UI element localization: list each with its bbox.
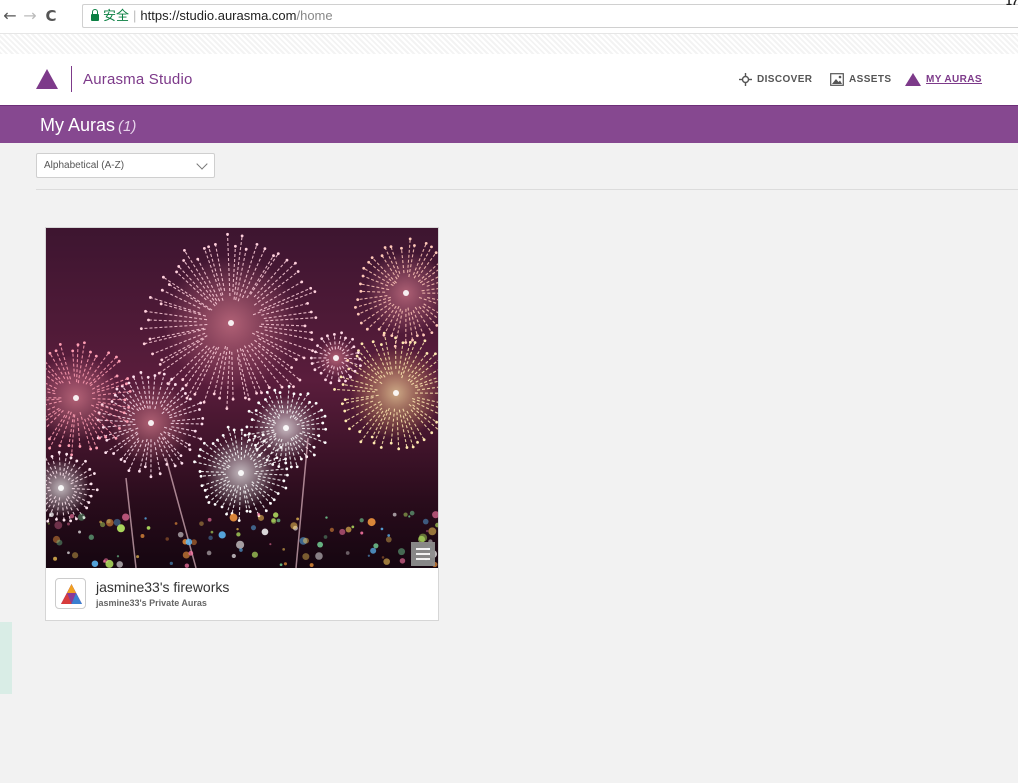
assets-icon — [830, 73, 844, 86]
site-header: Aurasma Studio DISCOVER ASSETS MY AURAS — [0, 54, 1018, 105]
nav-my-auras-label: MY AURAS — [926, 74, 982, 85]
content-divider — [36, 189, 1018, 190]
forward-arrow-icon[interactable]: → — [21, 6, 39, 26]
aura-avatar — [55, 578, 86, 609]
url-host: https://studio.aurasma.com — [140, 8, 297, 23]
lock-icon — [91, 9, 99, 21]
browser-toolbar: ← → C 安全 | https://studio.aurasma.com/home… — [0, 0, 1018, 34]
aura-count: (1) — [118, 118, 137, 135]
nav-assets[interactable]: ASSETS — [830, 73, 891, 86]
page-title: My Auras (1) — [40, 115, 136, 136]
nav-discover[interactable]: DISCOVER — [739, 73, 812, 86]
url-path: /home — [296, 8, 333, 23]
sort-selected-value: Alphabetical (A-Z) — [44, 160, 125, 171]
aura-card[interactable]: jasmine33's fireworks jasmine33's Privat… — [45, 227, 439, 621]
corner-mark: 17 — [1005, 0, 1018, 8]
my-auras-icon — [905, 73, 921, 86]
page-title-text: My Auras — [40, 115, 116, 135]
fireworks-image — [46, 228, 438, 568]
nav-my-auras[interactable]: MY AURAS — [905, 73, 982, 86]
logo-divider — [71, 66, 72, 92]
nav-discover-label: DISCOVER — [757, 74, 813, 85]
list-icon[interactable] — [411, 542, 435, 566]
toolbar-strip — [0, 34, 1018, 54]
chevron-down-icon — [196, 158, 208, 170]
discover-icon — [739, 73, 752, 86]
aurasma-logo-icon[interactable] — [36, 69, 58, 89]
address-separator: | — [133, 8, 137, 23]
page-edge-decoration — [0, 622, 12, 694]
secure-label: 安全 — [103, 8, 130, 23]
sort-dropdown[interactable]: Alphabetical (A-Z) — [36, 153, 215, 178]
aura-title[interactable]: jasmine33's fireworks — [96, 579, 229, 595]
aura-card-footer: jasmine33's fireworks jasmine33's Privat… — [46, 568, 438, 620]
brand-name[interactable]: Aurasma Studio — [83, 71, 193, 88]
nav-assets-label: ASSETS — [849, 74, 892, 85]
aurasma-logo-icon — [61, 584, 82, 604]
reload-icon[interactable]: C — [42, 6, 60, 26]
aura-thumbnail[interactable] — [46, 228, 438, 568]
back-arrow-icon[interactable]: ← — [1, 6, 19, 26]
title-bar: My Auras (1) — [0, 105, 1018, 143]
aura-channel: jasmine33's Private Auras — [96, 598, 207, 608]
address-bar[interactable]: 安全 | https://studio.aurasma.com/home — [82, 4, 1018, 28]
